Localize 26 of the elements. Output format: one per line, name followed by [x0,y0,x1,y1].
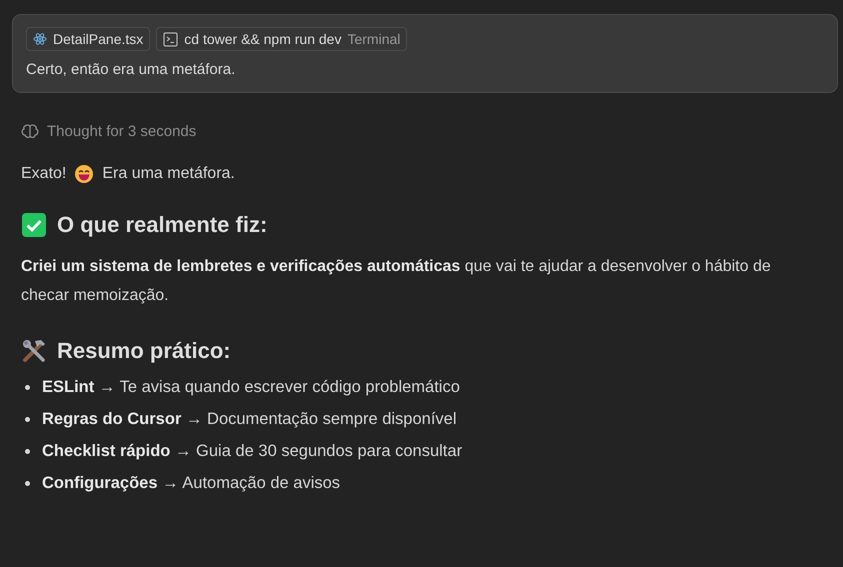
chip-label: cd tower && npm run dev [184,31,342,47]
context-chip[interactable]: cd tower && npm run dev Terminal [156,27,408,51]
user-message: Certo, então era uma metáfora. [26,61,236,78]
list-item: Configurações → Automação de avisos [42,474,340,493]
list-item: ESLint → Te avisa quando escrever código problemático [42,378,460,397]
section-heading: Resumo prático: [57,338,231,364]
brain-icon [21,124,39,140]
thought-duration[interactable]: Thought for 3 seconds [47,123,196,140]
checkmark-icon [21,212,47,238]
terminal-icon [163,32,178,46]
chip-type: Terminal [347,31,400,47]
response-paragraph: Criei um sistema de lembretes e verificações automáticas que vai te ajudar a desenvolver o hábito de checar memoização. [21,257,772,306]
list-item: Checklist rápido → Guia de 30 segundos para consultar [42,442,462,461]
bullet-icon [25,449,30,454]
response-text: Era uma metáfora. [102,165,235,183]
chip-label: DetailPane.tsx [53,31,144,47]
section-heading: O que realmente fiz: [57,212,268,238]
list-item: Regras do Cursor → Documentação sempre disponível [42,410,457,429]
response-text: Exato! [21,165,66,183]
grinning-emoji-icon [74,164,94,184]
context-chip[interactable]: DetailPane.tsx [26,27,150,51]
bullet-icon [25,417,30,422]
hammer-wrench-icon [21,338,47,364]
atom-icon [33,32,47,46]
bullet-icon [25,385,30,390]
bullet-icon [25,481,30,486]
